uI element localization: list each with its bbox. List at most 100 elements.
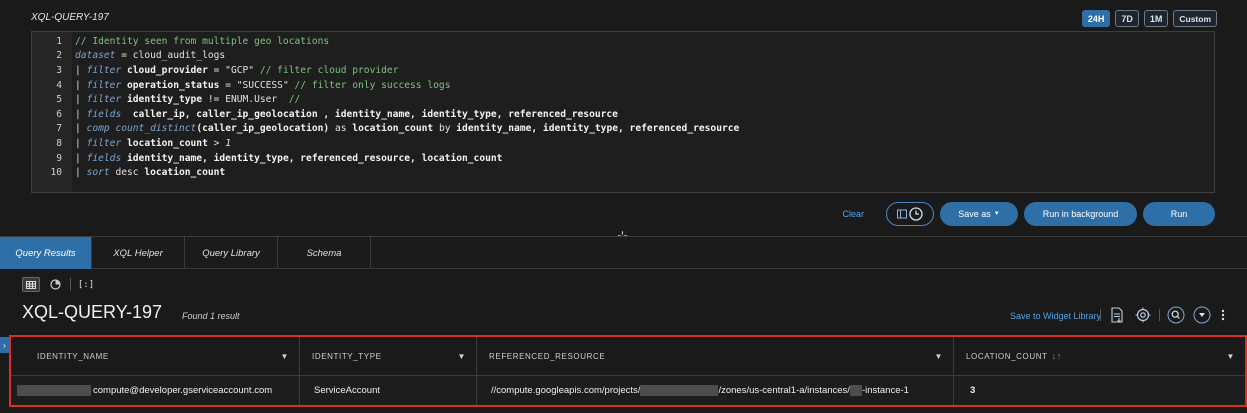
code-token: | <box>75 123 87 135</box>
code-token: | <box>75 167 87 179</box>
range-7d-button[interactable]: 7D <box>1115 10 1139 27</box>
code-line[interactable]: 10 | sort desc location_count <box>32 165 225 180</box>
save-to-widget-library-link[interactable]: Save to Widget Library <box>1010 311 1101 321</box>
clock-icon <box>909 207 923 221</box>
panel-icon <box>897 209 907 219</box>
query-title: XQL-QUERY-197 <box>31 12 109 23</box>
tab-query-results[interactable]: Query Results <box>0 237 92 269</box>
code-line[interactable]: 7 | comp count_distinct(caller_ip_geoloca… <box>32 122 739 137</box>
clear-link[interactable]: Clear <box>842 209 864 219</box>
save-as-button[interactable]: Save as ▼ <box>940 202 1018 226</box>
code-token: (caller_ip_geolocation) <box>196 123 330 135</box>
code-token: = cloud_audit_logs <box>115 50 226 62</box>
line-number: 1 <box>56 35 62 47</box>
code-token: filter <box>86 94 122 106</box>
code-text: | comp count_distinct(caller_ip_geolocat… <box>75 123 739 134</box>
query-actions: Clear Save as ▼ Run in background Run <box>842 202 1215 226</box>
line-number: 10 <box>50 167 62 179</box>
code-line[interactable]: 9 | fields identity_name, identity_type, … <box>32 151 502 166</box>
chart-view-icon[interactable] <box>46 277 64 292</box>
results-count: Found 1 result <box>182 311 240 321</box>
column-header-location-count[interactable]: LOCATION_COUNT ↓↑ ▼ <box>954 337 1245 375</box>
range-custom-button[interactable]: Custom <box>1173 10 1217 27</box>
code-token: | <box>75 79 87 91</box>
time-range-group: 24H 7D 1M Custom <box>1081 10 1217 27</box>
code-token: identity_type <box>121 94 203 106</box>
results-toolbar <box>1100 305 1228 325</box>
code-line[interactable]: 5 | filter identity_type != ENUM.User // <box>32 92 300 107</box>
table-header: IDENTITY_NAME ▼ IDENTITY_TYPE ▼ REFERENC… <box>11 337 1245 375</box>
sort-icon[interactable]: ↓↑ <box>1052 351 1062 361</box>
range-24h-button[interactable]: 24H <box>1081 10 1111 27</box>
code-token: by <box>433 123 457 135</box>
code-line[interactable]: 1 // Identity seen from multiple geo loca… <box>32 34 329 49</box>
table-row[interactable]: compute@developer.gserviceaccount.com Se… <box>11 375 1245 405</box>
line-number: 5 <box>56 94 62 106</box>
code-token: desc <box>109 167 145 179</box>
tab-xql-helper[interactable]: XQL Helper <box>92 237 185 269</box>
code-token: filter <box>86 137 122 149</box>
resource-part-2: /zones/us-central1-a/instances/ <box>718 385 850 396</box>
redacted-block <box>849 385 862 396</box>
code-token: identity_name, identity_type, referenced… <box>456 123 740 135</box>
code-token: > <box>207 137 226 149</box>
range-1m-button[interactable]: 1M <box>1143 10 1169 27</box>
table-view-icon[interactable] <box>22 277 40 292</box>
query-history-button[interactable] <box>886 202 934 226</box>
code-text: | filter location_count > 1 <box>75 138 231 149</box>
query-editor[interactable]: 1 // Identity seen from multiple geo loca… <box>31 31 1215 193</box>
column-filter-icon[interactable]: ▼ <box>457 352 466 361</box>
code-token: | <box>75 94 87 106</box>
code-line[interactable]: 6 | fields caller_ip, caller_ip_geolocati… <box>32 107 618 122</box>
tab-schema[interactable]: Schema <box>278 237 371 269</box>
line-number: 9 <box>56 152 62 164</box>
json-view-icon[interactable]: [:] <box>77 277 95 292</box>
code-token: caller_ip, caller_ip_geolocation , ident… <box>121 108 618 120</box>
column-filter-icon[interactable]: ▼ <box>1226 352 1235 361</box>
code-text: | filter operation_status = "SUCCESS" //… <box>75 80 450 91</box>
cell-identity-type: ServiceAccount <box>300 375 477 405</box>
code-line[interactable]: 3 | filter cloud_provider = "GCP" // filt… <box>32 63 398 78</box>
divider <box>70 278 71 291</box>
column-filter-icon[interactable]: ▼ <box>934 352 943 361</box>
code-token: != ENUM.User <box>202 94 289 106</box>
code-token: filter <box>86 64 122 76</box>
code-text: | fields identity_name, identity_type, r… <box>75 153 502 164</box>
column-label: IDENTITY_TYPE <box>312 351 382 361</box>
code-line[interactable]: 8 | filter location_count > 1 <box>32 136 231 151</box>
line-number: 7 <box>56 123 62 135</box>
code-token: identity_name, identity_type, referenced… <box>121 152 503 164</box>
run-in-background-button[interactable]: Run in background <box>1024 202 1137 226</box>
column-header-referenced-resource[interactable]: REFERENCED_RESOURCE ▼ <box>477 337 954 375</box>
code-line[interactable]: 2 dataset = cloud_audit_logs <box>32 49 225 64</box>
column-label: IDENTITY_NAME <box>37 351 109 361</box>
identity-type-value: ServiceAccount <box>314 385 381 396</box>
code-line[interactable]: 4 | filter operation_status = "SUCCESS" /… <box>32 78 450 93</box>
code-token: count_distinct <box>115 123 197 135</box>
code-token: | <box>75 64 87 76</box>
tab-query-library[interactable]: Query Library <box>185 237 278 269</box>
column-filter-icon[interactable]: ▼ <box>280 352 289 361</box>
more-options-icon[interactable] <box>1218 305 1228 325</box>
search-icon[interactable] <box>1166 305 1186 325</box>
run-button[interactable]: Run <box>1143 202 1215 226</box>
column-label: LOCATION_COUNT <box>966 351 1048 361</box>
results-table: IDENTITY_NAME ▼ IDENTITY_TYPE ▼ REFERENC… <box>9 335 1247 407</box>
code-token: = "GCP" <box>207 64 260 76</box>
resource-part-1: //compute.googleapis.com/projects/ <box>491 385 641 396</box>
export-icon[interactable] <box>1107 305 1127 325</box>
cell-identity-name: compute@developer.gserviceaccount.com <box>11 375 300 405</box>
code-token: as <box>329 123 353 135</box>
side-panel-toggle[interactable]: › <box>0 337 9 353</box>
column-label: REFERENCED_RESOURCE <box>489 351 606 361</box>
code-token: = "SUCCESS" <box>219 79 295 91</box>
code-token: fields <box>86 108 122 120</box>
code-token: comp <box>86 123 110 135</box>
filter-icon[interactable] <box>1192 305 1212 325</box>
pivot-icon[interactable] <box>1133 305 1153 325</box>
cell-location-count: 3 <box>954 375 1245 405</box>
results-tabs: Query Results XQL Helper Query Library S… <box>0 236 1247 269</box>
column-header-identity-name[interactable]: IDENTITY_NAME ▼ <box>11 337 300 375</box>
divider <box>1100 309 1101 321</box>
column-header-identity-type[interactable]: IDENTITY_TYPE ▼ <box>300 337 477 375</box>
